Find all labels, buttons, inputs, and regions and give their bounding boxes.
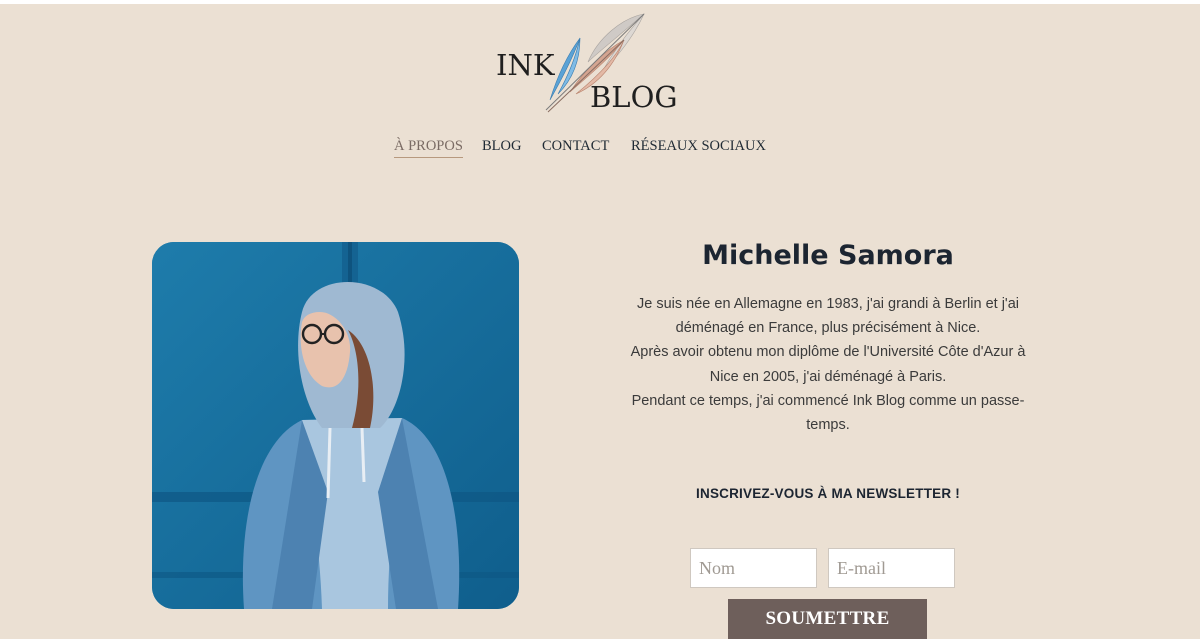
profile-name: Michelle Samora bbox=[702, 240, 954, 271]
newsletter-name-input[interactable] bbox=[690, 548, 817, 588]
nav-item-reseaux-sociaux[interactable]: RÉSEAUX SOCIAUX bbox=[631, 138, 766, 157]
bio-line: temps. bbox=[806, 417, 850, 434]
nav-item-blog[interactable]: BLOG bbox=[482, 138, 521, 157]
nav-item-contact[interactable]: CONTACT bbox=[542, 138, 609, 157]
bio-line: Après avoir obtenu mon diplôme de l'Univ… bbox=[630, 344, 1026, 361]
profile-photo bbox=[152, 242, 519, 609]
logo-word-ink: INK bbox=[496, 48, 555, 82]
bio-line: Je suis née en Allemagne en 1983, j'ai g… bbox=[637, 296, 1019, 312]
profile-bio: Je suis née en Allemagne en 1983, j'ai g… bbox=[612, 292, 1044, 437]
logo-word-blog: BLOG bbox=[590, 80, 678, 114]
nav-item-a-propos[interactable]: À PROPOS bbox=[394, 138, 463, 158]
site-logo[interactable]: INK BLOG bbox=[492, 10, 678, 114]
newsletter-submit-button[interactable]: SOUMETTRE bbox=[728, 599, 927, 639]
newsletter-email-input[interactable] bbox=[828, 548, 955, 588]
main-nav: À PROPOS BLOG CONTACT RÉSEAUX SOCIAUX bbox=[0, 138, 1200, 162]
profile-photo-illustration bbox=[152, 242, 519, 609]
bio-line: Pendant ce temps, j'ai commencé Ink Blog… bbox=[631, 392, 1025, 409]
bio-line: Nice en 2005, j'ai déménagé à Paris. bbox=[709, 368, 947, 385]
newsletter-title: INSCRIVEZ-VOUS À MA NEWSLETTER ! bbox=[696, 486, 960, 501]
page: INK BLOG À PROPOS BLOG CONTACT RÉSEAUX S… bbox=[0, 4, 1200, 639]
bio-line: déménagé en France, plus précisément à N… bbox=[675, 320, 981, 337]
